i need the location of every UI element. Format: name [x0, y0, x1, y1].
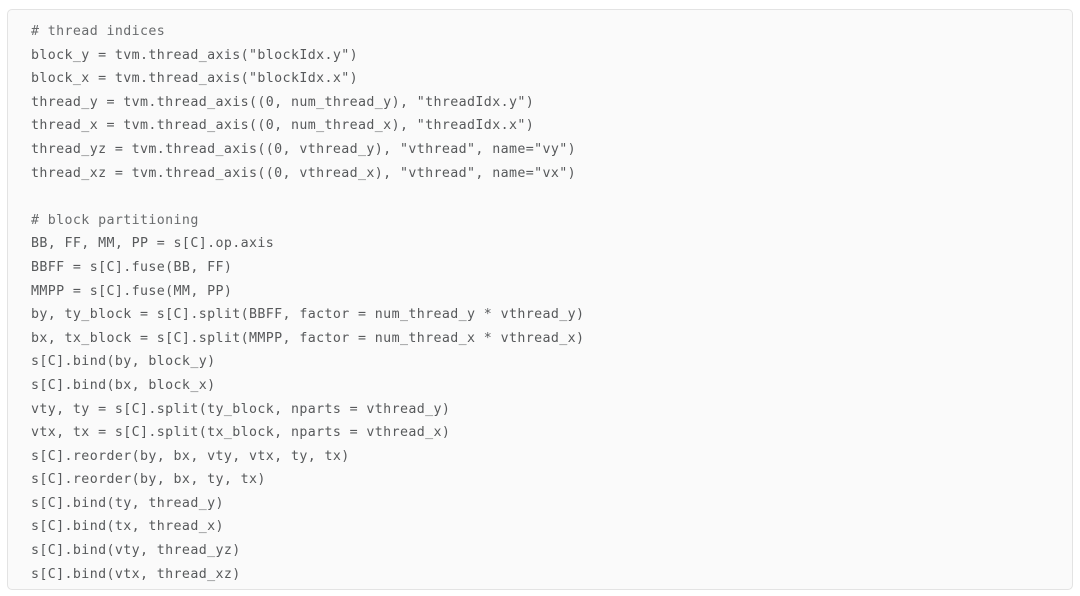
code-line: # thread indices — [31, 24, 166, 39]
code-line: thread_xz = tvm.thread_axis((0, vthread_… — [31, 165, 577, 181]
code-line: s[C].bind(vtx, thread_xz) — [31, 566, 241, 582]
code-line: s[C].bind(ty, thread_y) — [31, 495, 224, 511]
code-line: s[C].bind(vty, thread_yz) — [31, 543, 241, 559]
code-line: bx, tx_block = s[C].split(MMPP, factor =… — [31, 330, 585, 346]
code-line: vtx, tx = s[C].split(tx_block, nparts = … — [31, 425, 451, 441]
code-line: s[C].reorder(by, bx, ty, tx) — [31, 472, 266, 488]
code-line: s[C].bind(bx, block_x) — [31, 377, 216, 393]
code-line: MMPP = s[C].fuse(MM, PP) — [31, 283, 233, 299]
page-root: # thread indices block_y = tvm.thread_axi… — [0, 0, 1080, 596]
code-line: thread_y = tvm.thread_axis((0, num_threa… — [31, 94, 535, 110]
code-line: vty, ty = s[C].split(ty_block, nparts = … — [31, 401, 451, 417]
code-line: # block partitioning — [31, 212, 199, 228]
code-line: by, ty_block = s[C].split(BBFF, factor =… — [31, 307, 585, 323]
code-line: BBFF = s[C].fuse(BB, FF) — [31, 259, 233, 275]
code-line: s[C].reorder(by, bx, vty, vtx, ty, tx) — [31, 448, 350, 464]
code-block-container: # thread indices block_y = tvm.thread_axi… — [7, 9, 1073, 590]
code-listing[interactable]: # thread indices block_y = tvm.thread_axi… — [8, 10, 1072, 586]
code-line: block_y = tvm.thread_axis("blockIdx.y") — [31, 47, 359, 63]
code-line: thread_x = tvm.thread_axis((0, num_threa… — [31, 118, 535, 134]
code-line: BB, FF, MM, PP = s[C].op.axis — [31, 236, 275, 252]
code-line: thread_yz = tvm.thread_axis((0, vthread_… — [31, 141, 577, 157]
code-line: s[C].bind(tx, thread_x) — [31, 519, 224, 535]
code-line: s[C].bind(by, block_y) — [31, 354, 216, 370]
code-line: block_x = tvm.thread_axis("blockIdx.x") — [31, 71, 359, 87]
